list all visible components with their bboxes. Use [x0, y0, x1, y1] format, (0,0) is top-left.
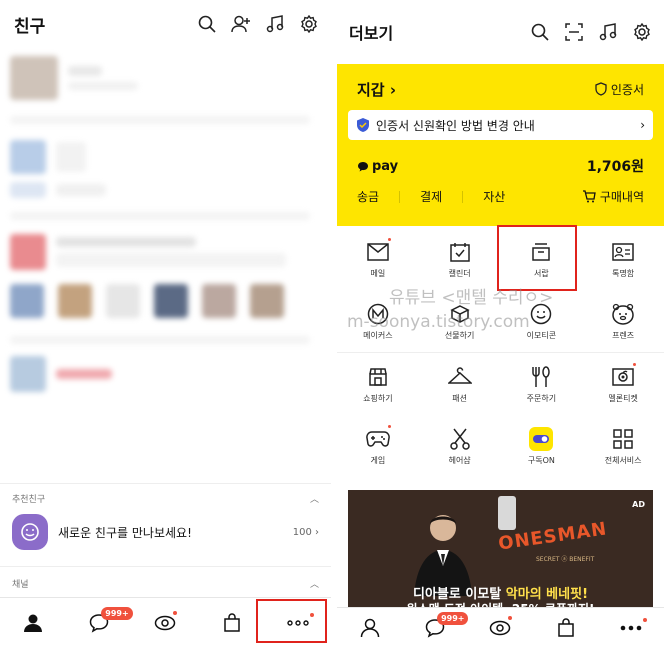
banner-subtitle: SECRET ⓐ BENEFIT: [536, 556, 595, 563]
service-fashion[interactable]: 패션: [419, 353, 501, 415]
purchase-history-button[interactable]: 구매내역: [582, 188, 644, 205]
chat-count-badge: 999+: [437, 611, 469, 625]
tab-friends[interactable]: [350, 608, 390, 647]
friends-icon: [611, 302, 635, 326]
melon-ticket-icon: [611, 365, 635, 389]
chevron-up-icon[interactable]: ︿: [310, 492, 319, 505]
add-friend-icon[interactable]: [231, 14, 251, 34]
recommend-text: 새로운 친구를 만나보세요!: [58, 525, 192, 540]
shield-icon: [595, 82, 607, 96]
recommend-friend-row[interactable]: 새로운 친구를 만나보세요! 100 ›: [0, 508, 331, 556]
namecard-icon: [611, 240, 635, 264]
new-dot: [643, 617, 648, 622]
new-dot: [508, 615, 513, 620]
new-dot: [388, 238, 391, 241]
subscribe-icon: [529, 426, 554, 451]
music-icon[interactable]: [265, 14, 285, 34]
channel-section-header[interactable]: 채널 ︿: [0, 573, 331, 593]
ad-banner[interactable]: AD ONESMAN SECRET ⓐ BENEFIT 디아블로 이모탈 악마의…: [348, 490, 653, 610]
more-dots-icon: [620, 625, 642, 630]
service-friends[interactable]: 프렌즈: [582, 290, 664, 352]
recommend-section-label: 추천친구: [12, 494, 46, 505]
new-dot: [633, 363, 637, 366]
fashion-icon: [447, 365, 472, 389]
view-eye-icon: [155, 615, 176, 630]
pay-tab-transfer[interactable]: 송금: [357, 190, 401, 203]
tab-chats[interactable]: 999+: [415, 608, 469, 647]
page-title: 더보기: [349, 24, 394, 43]
view-eye-icon: [490, 620, 511, 635]
bottom-tab-bar: 999+: [337, 607, 664, 647]
chevron-right-icon: ›: [640, 118, 645, 132]
tab-more[interactable]: [611, 608, 651, 647]
pay-bubble-icon: [358, 161, 368, 171]
person-icon: [24, 614, 43, 632]
all-services-icon: [611, 427, 635, 451]
mail-icon: [366, 240, 390, 264]
service-calendar[interactable]: 캘린더: [419, 228, 501, 290]
service-shopping[interactable]: 쇼핑하기: [337, 353, 419, 415]
recommend-section-header[interactable]: 추천친구 ︿: [0, 488, 331, 508]
pay-tab-assets[interactable]: 자산: [483, 191, 525, 203]
wallet-card: 지갑 › 인증서 인증서 신원확인 방법 변경 안내 › pay 1,706원: [337, 64, 664, 226]
shopping-icon: [366, 365, 390, 389]
cert-notice-banner[interactable]: 인증서 신원확인 방법 변경 안내 ›: [348, 110, 653, 140]
tab-view[interactable]: [145, 603, 185, 643]
cart-icon: [582, 190, 596, 203]
service-game[interactable]: 게임: [337, 415, 419, 477]
ad-label: AD: [632, 500, 645, 509]
search-icon[interactable]: [197, 14, 217, 34]
tab-view[interactable]: [480, 608, 520, 647]
more-screen: 더보기 지갑 › 인증서 인증서 신원확인 방법 변경 안내 › pay 1,7…: [337, 0, 664, 647]
channel-section-label: 채널: [12, 579, 29, 590]
page-title: 친구: [14, 16, 46, 37]
hairshop-icon: [448, 427, 472, 451]
gear-icon[interactable]: [632, 22, 652, 42]
watermark: 유튜브 <맨텔 수리ㅇ> m-soonya.tistory.com: [347, 288, 554, 332]
tab-shopping[interactable]: [212, 603, 252, 643]
chat-count-badge: 999+: [101, 606, 133, 620]
gear-icon[interactable]: [299, 14, 319, 34]
cert-button[interactable]: 인증서: [595, 81, 644, 98]
blurred-friend-list: [0, 56, 331, 392]
banner-phone-image: [498, 496, 516, 530]
calendar-icon: [448, 240, 472, 264]
recommend-count: 100 ›: [292, 526, 319, 538]
friends-screen: 친구 추천친구 ︿ 새로운 친구를 만나보세요! 100 › 채널 ︿ 999+: [0, 0, 331, 647]
highlight-box-drawer: [497, 225, 577, 291]
order-icon: [529, 365, 553, 389]
new-dot: [173, 610, 178, 615]
friends-header: 친구: [0, 0, 331, 48]
service-mail[interactable]: 메일: [337, 228, 419, 290]
wallet-link[interactable]: 지갑 ›: [357, 79, 595, 100]
service-hairshop[interactable]: 헤어샵: [419, 415, 501, 477]
pay-tab-payment[interactable]: 결제: [420, 190, 464, 203]
tab-chats[interactable]: 999+: [79, 603, 133, 643]
scan-icon[interactable]: [564, 22, 584, 42]
shield-icon: [357, 118, 369, 132]
tab-shopping[interactable]: [546, 608, 586, 647]
tab-friends[interactable]: [13, 603, 53, 643]
game-icon: [366, 427, 390, 451]
service-all[interactable]: 전체서비스: [582, 415, 664, 477]
highlight-box-more-tab: [256, 599, 327, 643]
smile-icon: [12, 514, 48, 550]
pay-logo[interactable]: pay: [357, 159, 587, 174]
service-namecard[interactable]: 톡명함: [582, 228, 664, 290]
new-dot: [388, 425, 391, 428]
shopping-bag-icon: [558, 617, 574, 637]
music-icon[interactable]: [598, 22, 618, 42]
service-melon-ticket[interactable]: 멜론티켓: [582, 353, 664, 415]
more-header: 더보기: [337, 0, 664, 64]
shopping-bag-icon: [223, 612, 240, 632]
person-outline-icon: [360, 618, 379, 637]
service-order[interactable]: 주문하기: [501, 353, 583, 415]
service-subscribe[interactable]: 구독ON: [501, 415, 583, 477]
pay-balance[interactable]: 1,706원: [587, 156, 644, 176]
search-icon[interactable]: [530, 22, 550, 42]
chevron-up-icon[interactable]: ︿: [310, 577, 319, 590]
